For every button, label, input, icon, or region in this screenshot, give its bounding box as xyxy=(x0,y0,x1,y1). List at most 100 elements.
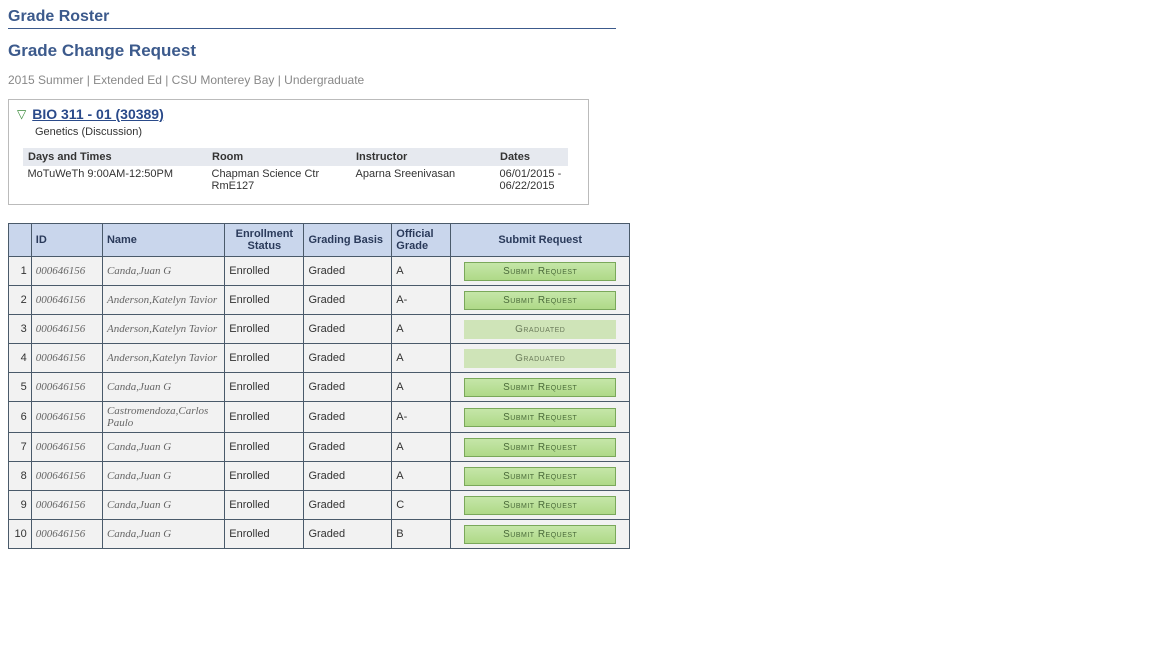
table-row: 8000646156Canda,Juan GEnrolledGradedA Sub… xyxy=(9,462,630,491)
roster-table: ID Name Enrollment Status Grading Basis … xyxy=(8,223,630,549)
roster-header-grade: Official Grade xyxy=(392,224,451,257)
sched-header-room: Room xyxy=(208,149,352,166)
grading-basis: Graded xyxy=(304,520,392,549)
roster-header-enrollment: Enrollment Status xyxy=(225,224,304,257)
submit-cell: Submit Request xyxy=(451,286,630,315)
term-line: 2015 Summer | Extended Ed | CSU Monterey… xyxy=(8,73,1144,87)
grading-basis: Graded xyxy=(304,315,392,344)
student-id: 000646156 xyxy=(31,344,102,373)
sched-days: MoTuWeTh 9:00AM-12:50PM xyxy=(24,166,208,195)
table-row: 1000646156Canda,Juan GEnrolledGradedA Sub… xyxy=(9,257,630,286)
submit-cell: Graduated xyxy=(451,344,630,373)
row-number: 9 xyxy=(9,491,32,520)
student-id: 000646156 xyxy=(31,491,102,520)
enrollment-status: Enrolled xyxy=(225,402,304,433)
row-number: 6 xyxy=(9,402,32,433)
roster-header-name: Name xyxy=(102,224,224,257)
student-id: 000646156 xyxy=(31,373,102,402)
student-name: Canda,Juan G xyxy=(102,373,224,402)
roster-header-submit: Submit Request xyxy=(451,224,630,257)
table-row: 2000646156Anderson,Katelyn TaviorEnrolle… xyxy=(9,286,630,315)
student-name: Canda,Juan G xyxy=(102,491,224,520)
grading-basis: Graded xyxy=(304,257,392,286)
official-grade: A xyxy=(392,373,451,402)
row-number: 8 xyxy=(9,462,32,491)
submit-cell: Submit Request xyxy=(451,257,630,286)
table-row: 9000646156Canda,Juan GEnrolledGradedC Sub… xyxy=(9,491,630,520)
row-number: 7 xyxy=(9,433,32,462)
submit-cell: Submit Request xyxy=(451,373,630,402)
official-grade: A xyxy=(392,315,451,344)
graduated-label: Graduated xyxy=(464,349,616,368)
submit-request-button[interactable]: Submit Request xyxy=(464,496,616,515)
student-name: Canda,Juan G xyxy=(102,520,224,549)
sched-header-dates: Dates xyxy=(496,149,568,166)
page-title: Grade Roster xyxy=(8,8,616,29)
official-grade: A xyxy=(392,257,451,286)
sub-title: Grade Change Request xyxy=(8,41,1144,61)
student-name: Anderson,Katelyn Tavior xyxy=(102,286,224,315)
submit-cell: Submit Request xyxy=(451,433,630,462)
enrollment-status: Enrolled xyxy=(225,286,304,315)
student-name: Anderson,Katelyn Tavior xyxy=(102,315,224,344)
row-number: 10 xyxy=(9,520,32,549)
grading-basis: Graded xyxy=(304,344,392,373)
grading-basis: Graded xyxy=(304,462,392,491)
graduated-label: Graduated xyxy=(464,320,616,339)
sched-header-days: Days and Times xyxy=(24,149,208,166)
student-id: 000646156 xyxy=(31,462,102,491)
roster-header-rownum xyxy=(9,224,32,257)
official-grade: A xyxy=(392,462,451,491)
expand-triangle-icon[interactable]: ▽ xyxy=(17,107,26,121)
row-number: 5 xyxy=(9,373,32,402)
student-name: Canda,Juan G xyxy=(102,433,224,462)
student-id: 000646156 xyxy=(31,402,102,433)
enrollment-status: Enrolled xyxy=(225,520,304,549)
enrollment-status: Enrolled xyxy=(225,257,304,286)
student-name: Anderson,Katelyn Tavior xyxy=(102,344,224,373)
grading-basis: Graded xyxy=(304,286,392,315)
official-grade: A xyxy=(392,433,451,462)
enrollment-status: Enrolled xyxy=(225,373,304,402)
row-number: 4 xyxy=(9,344,32,373)
submit-request-button[interactable]: Submit Request xyxy=(464,438,616,457)
official-grade: C xyxy=(392,491,451,520)
student-name: Canda,Juan G xyxy=(102,257,224,286)
submit-request-button[interactable]: Submit Request xyxy=(464,378,616,397)
official-grade: A- xyxy=(392,286,451,315)
grading-basis: Graded xyxy=(304,491,392,520)
student-id: 000646156 xyxy=(31,286,102,315)
submit-request-button[interactable]: Submit Request xyxy=(464,525,616,544)
row-number: 2 xyxy=(9,286,32,315)
submit-request-button[interactable]: Submit Request xyxy=(464,467,616,486)
enrollment-status: Enrolled xyxy=(225,491,304,520)
enrollment-status: Enrolled xyxy=(225,315,304,344)
student-id: 000646156 xyxy=(31,433,102,462)
sched-room: Chapman Science Ctr RmE127 xyxy=(208,166,352,195)
roster-header-id: ID xyxy=(31,224,102,257)
official-grade: A- xyxy=(392,402,451,433)
table-row: 7000646156Canda,Juan GEnrolledGradedASub… xyxy=(9,433,630,462)
submit-request-button[interactable]: Submit Request xyxy=(464,262,616,281)
table-row: 6000646156Castromendoza,Carlos PauloEnro… xyxy=(9,402,630,433)
submit-request-button[interactable]: Submit Request xyxy=(464,408,616,427)
submit-request-button[interactable]: Submit Request xyxy=(464,291,616,310)
table-row: 3000646156Anderson,Katelyn TaviorEnrolle… xyxy=(9,315,630,344)
student-id: 000646156 xyxy=(31,257,102,286)
table-row: 5000646156Canda,Juan GEnrolledGradedASub… xyxy=(9,373,630,402)
grading-basis: Graded xyxy=(304,402,392,433)
sched-header-instructor: Instructor xyxy=(352,149,496,166)
row-number: 1 xyxy=(9,257,32,286)
submit-cell: Submit Request xyxy=(451,462,630,491)
course-link[interactable]: BIO 311 - 01 (30389) xyxy=(32,106,164,122)
student-name: Canda,Juan G xyxy=(102,462,224,491)
submit-cell: Submit Request xyxy=(451,520,630,549)
schedule-table: Days and Times Room Instructor Dates MoT… xyxy=(23,148,568,194)
student-id: 000646156 xyxy=(31,520,102,549)
enrollment-status: Enrolled xyxy=(225,462,304,491)
course-box: ▽ BIO 311 - 01 (30389) Genetics (Discuss… xyxy=(8,99,589,205)
student-id: 000646156 xyxy=(31,315,102,344)
submit-cell: Submit Request xyxy=(451,402,630,433)
official-grade: A xyxy=(392,344,451,373)
course-description: Genetics (Discussion) xyxy=(35,126,580,138)
